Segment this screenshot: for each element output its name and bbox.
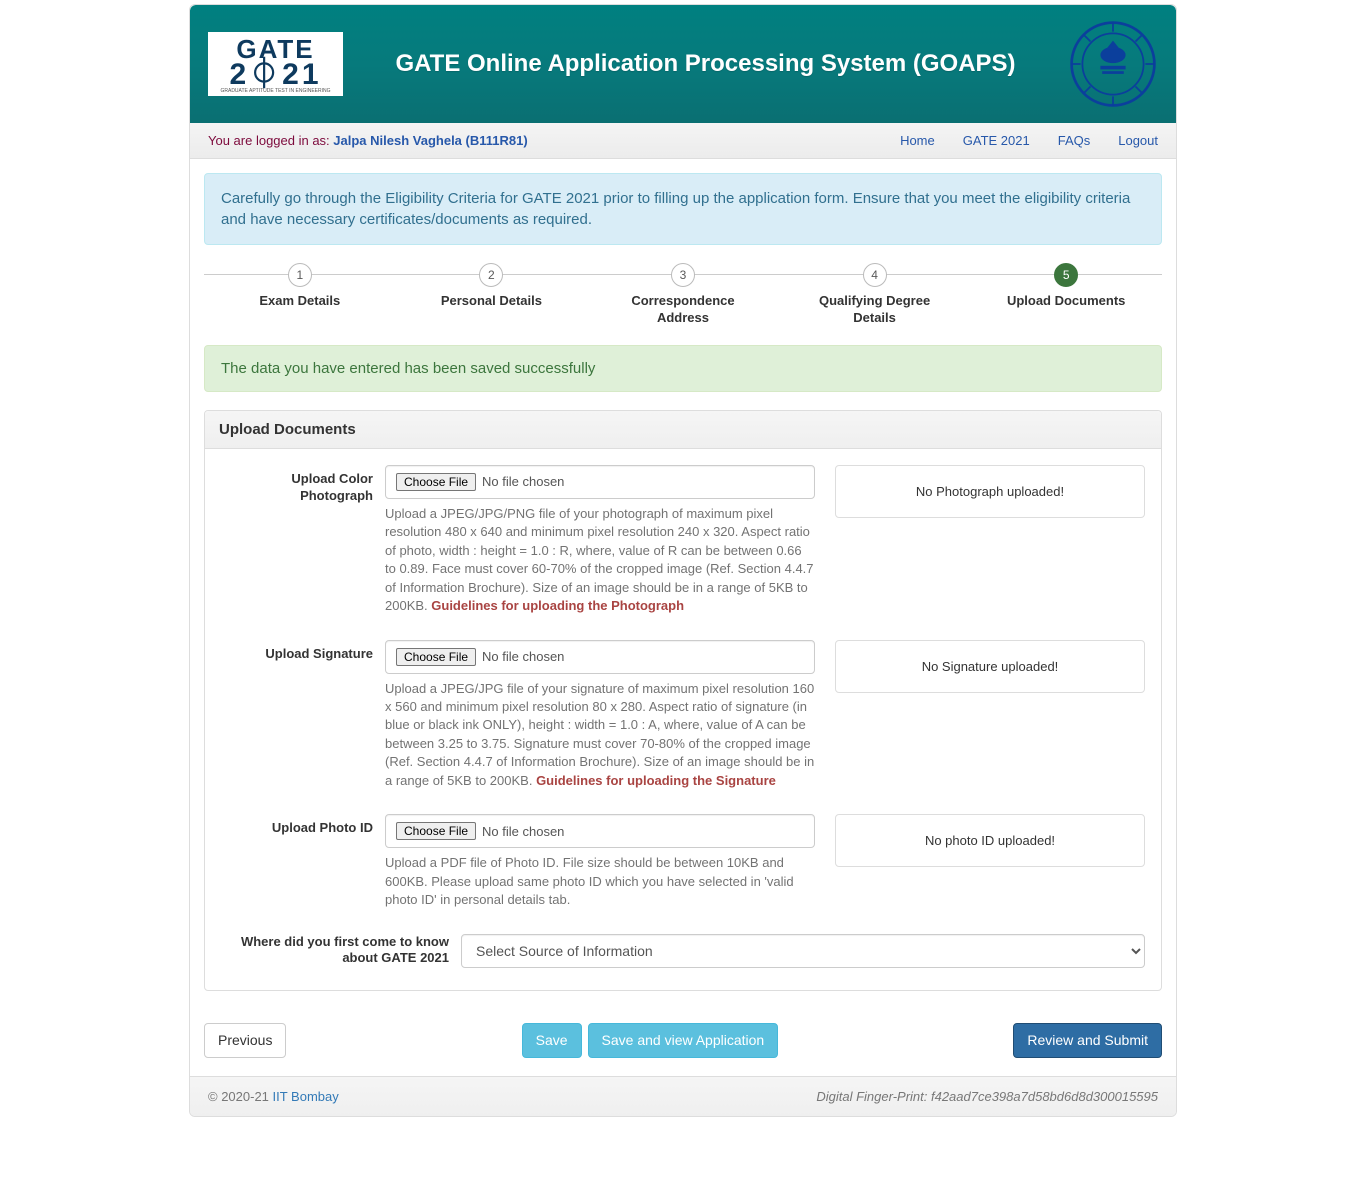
- step-3[interactable]: 3 CorrespondenceAddress: [587, 263, 779, 327]
- logo-line2: 2⏀21: [218, 61, 333, 88]
- help-photoid: Upload a PDF file of Photo ID. File size…: [385, 854, 815, 909]
- row-photoid: Upload Photo ID Choose File No file chos…: [221, 814, 1145, 909]
- gate-logo: GATE 2⏀21 GRADUATE APTITUDE TEST IN ENGI…: [208, 32, 343, 96]
- footer-link[interactable]: IIT Bombay: [273, 1089, 339, 1104]
- previous-button[interactable]: Previous: [204, 1023, 286, 1059]
- step-2[interactable]: 2 Personal Details: [396, 263, 588, 327]
- source-select[interactable]: Select Source of Information: [461, 934, 1145, 968]
- row-source: Where did you first come to know about G…: [221, 934, 1145, 968]
- logged-in-user: Jalpa Nilesh Vaghela (B111R81): [333, 133, 527, 148]
- panel-title: Upload Documents: [205, 411, 1161, 449]
- label-signature: Upload Signature: [221, 640, 385, 663]
- guidelines-signature-link[interactable]: Guidelines for uploading the Signature: [536, 773, 776, 788]
- button-bar: Previous Save Save and view Application …: [190, 1023, 1176, 1077]
- logged-in-text: You are logged in as: Jalpa Nilesh Vaghe…: [208, 133, 528, 148]
- guidelines-photograph-link[interactable]: Guidelines for uploading the Photograph: [431, 598, 684, 613]
- nav-links: Home GATE 2021 FAQs Logout: [900, 133, 1158, 148]
- step-5[interactable]: 5 Upload Documents: [970, 263, 1162, 327]
- logo-tagline: GRADUATE APTITUDE TEST IN ENGINEERING: [218, 88, 333, 94]
- choose-file-signature[interactable]: Choose File: [396, 648, 476, 666]
- eligibility-alert: Carefully go through the Eligibility Cri…: [204, 173, 1162, 245]
- save-button[interactable]: Save: [522, 1023, 582, 1059]
- label-photoid: Upload Photo ID: [221, 814, 385, 837]
- eligibility-link[interactable]: Eligibility Criteria for GATE 2021: [385, 190, 599, 207]
- upload-panel: Upload Documents Upload Color Photograph…: [204, 410, 1162, 991]
- footer: © 2020-21 IIT Bombay Digital Finger-Prin…: [190, 1076, 1176, 1116]
- file-input-signature[interactable]: Choose File No file chosen: [385, 640, 815, 674]
- login-nav-bar: You are logged in as: Jalpa Nilesh Vaghe…: [190, 123, 1176, 159]
- save-view-button[interactable]: Save and view Application: [588, 1023, 779, 1059]
- file-status-signature: No file chosen: [482, 649, 564, 664]
- nav-gate[interactable]: GATE 2021: [963, 133, 1030, 148]
- review-submit-button[interactable]: Review and Submit: [1013, 1023, 1162, 1059]
- choose-file-photoid[interactable]: Choose File: [396, 822, 476, 840]
- help-photograph: Upload a JPEG/JPG/PNG file of your photo…: [385, 505, 815, 616]
- preview-photograph: No Photograph uploaded!: [835, 465, 1145, 518]
- success-alert: The data you have entered has been saved…: [204, 345, 1162, 392]
- label-source: Where did you first come to know about G…: [221, 934, 461, 968]
- row-photograph: Upload Color Photograph Choose File No f…: [221, 465, 1145, 616]
- file-input-photograph[interactable]: Choose File No file chosen: [385, 465, 815, 499]
- steps-nav: 1 Exam Details 2 Personal Details 3 Corr…: [204, 263, 1162, 327]
- fingerprint: Digital Finger-Print: f42aad7ce398a7d58b…: [816, 1089, 1158, 1104]
- step-1[interactable]: 1 Exam Details: [204, 263, 396, 327]
- ohm-icon: ⏀: [249, 58, 282, 91]
- preview-photoid: No photo ID uploaded!: [835, 814, 1145, 867]
- choose-file-photograph[interactable]: Choose File: [396, 473, 476, 491]
- nav-faqs[interactable]: FAQs: [1058, 133, 1091, 148]
- step-4[interactable]: 4 Qualifying DegreeDetails: [779, 263, 971, 327]
- iit-logo: [1068, 19, 1158, 109]
- page-title: GATE Online Application Processing Syste…: [343, 48, 1068, 80]
- help-signature: Upload a JPEG/JPG file of your signature…: [385, 680, 815, 791]
- preview-signature: No Signature uploaded!: [835, 640, 1145, 693]
- row-signature: Upload Signature Choose File No file cho…: [221, 640, 1145, 791]
- nav-home[interactable]: Home: [900, 133, 935, 148]
- header-band: GATE 2⏀21 GRADUATE APTITUDE TEST IN ENGI…: [190, 5, 1176, 123]
- file-input-photoid[interactable]: Choose File No file chosen: [385, 814, 815, 848]
- file-status-photograph: No file chosen: [482, 474, 564, 489]
- label-photograph: Upload Color Photograph: [221, 465, 385, 505]
- nav-logout[interactable]: Logout: [1118, 133, 1158, 148]
- file-status-photoid: No file chosen: [482, 824, 564, 839]
